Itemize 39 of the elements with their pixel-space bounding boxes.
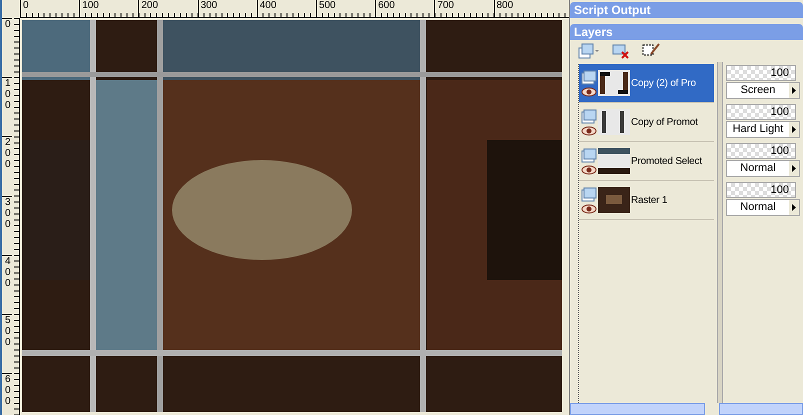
ruler-label: 700 <box>434 0 494 18</box>
ruler-label: 300 <box>198 0 257 18</box>
scrollbar[interactable] <box>570 403 705 415</box>
layer-name: Promoted Select <box>631 154 702 168</box>
ruler-label: 600 <box>2 373 12 415</box>
layer-icon <box>581 108 597 124</box>
ruler-label: 100 <box>2 77 12 136</box>
ruler-label: 100 <box>79 0 138 18</box>
ruler-label: 500 <box>316 0 376 18</box>
layer-icon <box>581 70 597 86</box>
panel-title: Script Output <box>574 2 651 19</box>
ruler-label: 500 <box>2 314 12 374</box>
eye-icon[interactable] <box>581 126 597 136</box>
layer-icon <box>581 186 597 202</box>
eye-icon[interactable] <box>581 164 597 174</box>
panel-title: Layers <box>574 24 613 41</box>
ruler-label: 300 <box>2 196 12 255</box>
opacity-field[interactable]: 100 <box>726 143 796 159</box>
eye-icon[interactable] <box>581 204 597 214</box>
ruler-label: 200 <box>2 136 12 196</box>
layer-name: Raster 1 <box>631 194 668 208</box>
new-layer-icon[interactable] <box>578 43 600 59</box>
opacity-field[interactable]: 100 <box>726 65 796 81</box>
ruler-label: 0 <box>2 18 12 78</box>
layer-name: Copy (2) of Pro <box>631 76 696 90</box>
ruler-label: 400 <box>2 254 12 314</box>
ruler-label: 600 <box>375 0 434 18</box>
ruler-label: 800 <box>494 0 553 18</box>
layer-name: Copy of Promot <box>631 116 698 130</box>
ruler-label: 0 <box>20 0 80 18</box>
ruler-label: 200 <box>138 0 198 18</box>
delete-layer-icon[interactable] <box>612 43 630 59</box>
eye-icon[interactable] <box>581 86 597 96</box>
layer-row[interactable]: Copy (2) of Pro <box>579 64 714 103</box>
opacity-field[interactable]: 100 <box>726 182 796 198</box>
ruler-label: 400 <box>256 0 316 18</box>
opacity-field[interactable]: 100 <box>726 104 796 120</box>
layer-icon <box>581 148 597 164</box>
scrollbar[interactable] <box>719 403 803 415</box>
